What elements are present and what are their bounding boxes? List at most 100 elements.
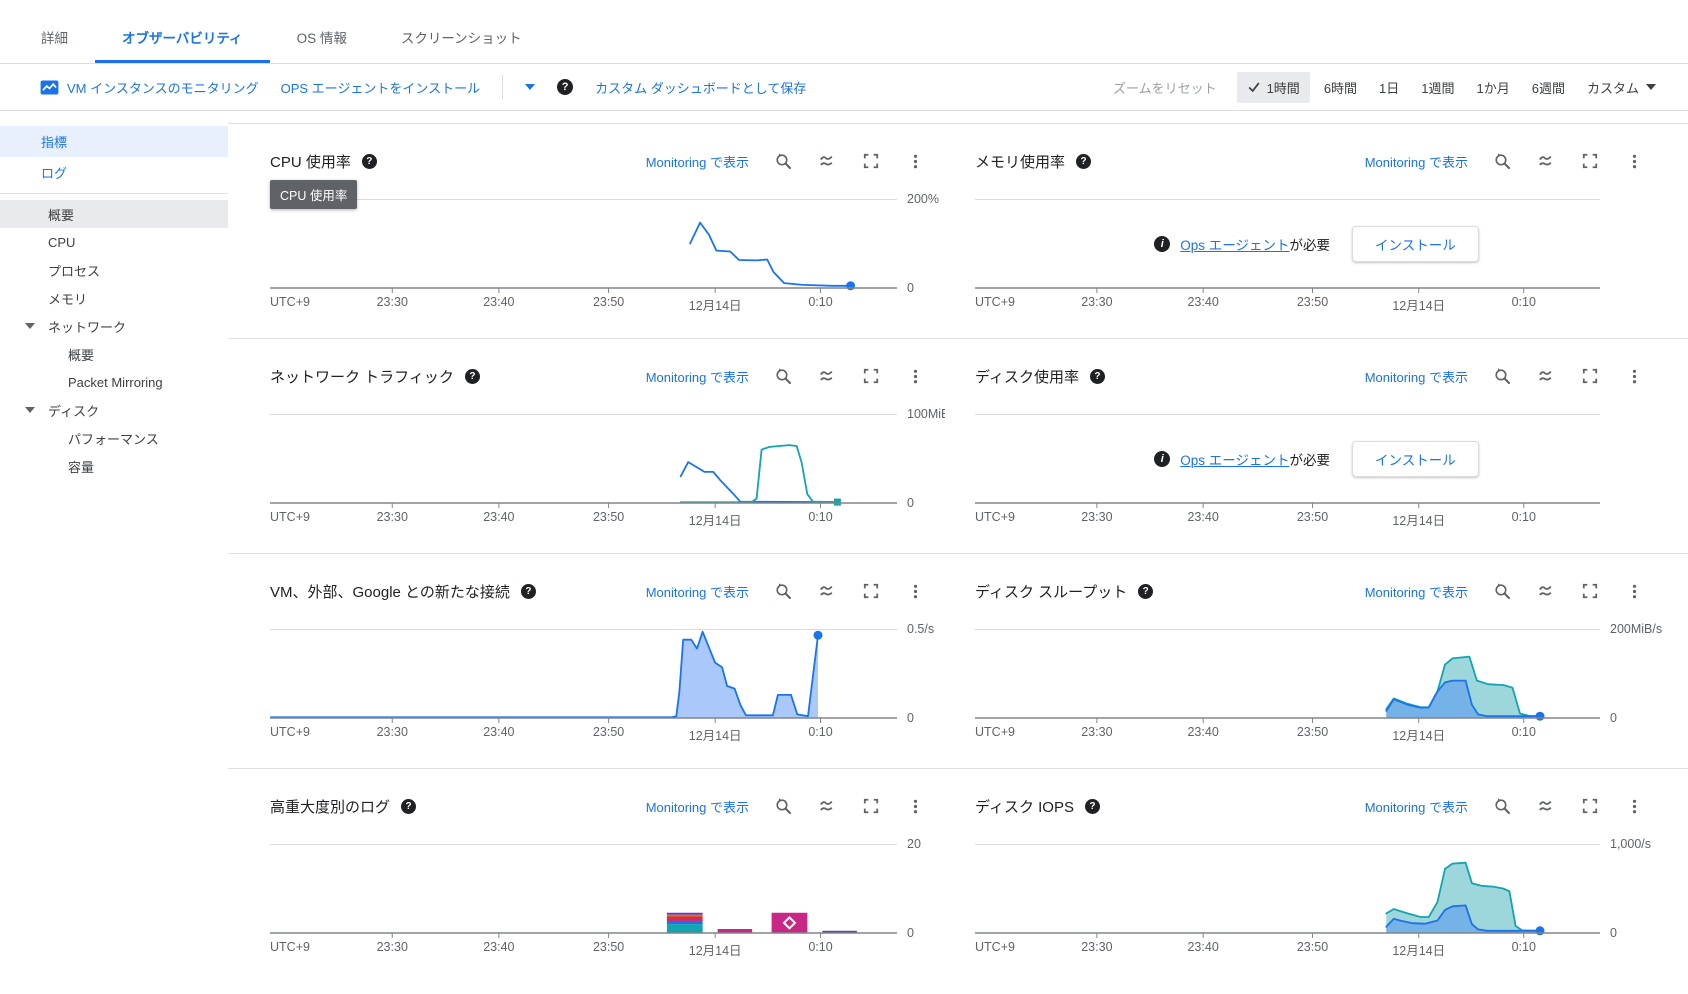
monitoring-link[interactable]: Monitoring で表示 xyxy=(646,152,749,171)
vm-monitoring-link[interactable]: VM インスタンスのモニタリング xyxy=(40,78,259,97)
sidebar-item-performance[interactable]: パフォーマンス xyxy=(0,424,228,452)
zoom-reset-icon[interactable] xyxy=(773,581,793,601)
chart-svg xyxy=(270,414,897,508)
monitoring-link[interactable]: Monitoring で表示 xyxy=(646,582,749,601)
more-options-icon[interactable] xyxy=(905,581,925,601)
x-axis-tick-label: 23:50 xyxy=(592,295,625,309)
install-button[interactable]: インストール xyxy=(1352,226,1479,262)
zoom-reset-icon[interactable] xyxy=(773,151,793,171)
monitoring-link[interactable]: Monitoring で表示 xyxy=(646,367,749,386)
zoom-reset-icon[interactable] xyxy=(1492,366,1512,386)
chart-plot-area[interactable] xyxy=(975,844,1600,940)
help-icon[interactable]: ? xyxy=(1084,798,1100,814)
help-icon[interactable]: ? xyxy=(1076,153,1092,169)
install-ops-agent-link[interactable]: OPS エージェントをインストール xyxy=(281,78,481,97)
toolbar-left: VM インスタンスのモニタリング OPS エージェントをインストール ? カスタ… xyxy=(40,75,806,99)
help-icon[interactable]: ? xyxy=(401,798,417,814)
zoom-reset-icon[interactable] xyxy=(1492,581,1512,601)
sidebar-item-label: ログ xyxy=(41,166,68,181)
expand-arrow-icon[interactable] xyxy=(25,407,35,413)
chart-options-icon[interactable] xyxy=(1536,151,1556,171)
save-dashboard-link[interactable]: カスタム ダッシュボードとして保存 xyxy=(595,78,806,97)
fullscreen-icon[interactable] xyxy=(1580,366,1600,386)
more-options-icon[interactable] xyxy=(1624,366,1644,386)
more-options-icon[interactable] xyxy=(905,151,925,171)
fullscreen-icon[interactable] xyxy=(1580,151,1600,171)
time-range-1mo[interactable]: 1か月 xyxy=(1469,72,1518,103)
chart-options-icon[interactable] xyxy=(1536,796,1556,816)
chart-options-icon[interactable] xyxy=(1536,366,1556,386)
sidebar-item-metrics[interactable]: 指標 xyxy=(0,126,228,157)
ops-agent-link[interactable]: Ops エージェント xyxy=(1180,234,1289,254)
more-options-icon[interactable] xyxy=(905,796,925,816)
fullscreen-icon[interactable] xyxy=(861,581,881,601)
time-range-custom[interactable]: カスタム xyxy=(1579,72,1664,103)
time-range-6w[interactable]: 6週間 xyxy=(1524,72,1573,103)
sidebar-item-label: ネットワーク xyxy=(48,319,127,335)
chart-plot-area[interactable] xyxy=(975,629,1600,725)
x-axis-tick-label: 12月14日 xyxy=(688,514,742,528)
chart-svg xyxy=(975,629,1600,723)
chart-plot-area[interactable] xyxy=(270,844,897,940)
sidebar-item-capacity[interactable]: 容量 xyxy=(0,452,228,480)
chart-plot-area[interactable] xyxy=(270,414,897,510)
monitoring-link[interactable]: Monitoring で表示 xyxy=(1365,582,1468,601)
fullscreen-icon[interactable] xyxy=(1580,581,1600,601)
sidebar-item-logs[interactable]: ログ xyxy=(0,157,228,188)
sidebar-item-processes[interactable]: プロセス xyxy=(0,256,228,284)
fullscreen-icon[interactable] xyxy=(1580,796,1600,816)
zoom-reset-icon[interactable] xyxy=(1492,151,1512,171)
zoom-reset-icon[interactable] xyxy=(773,796,793,816)
monitoring-link[interactable]: Monitoring で表示 xyxy=(1365,152,1468,171)
chart-options-icon[interactable] xyxy=(817,796,837,816)
chart-options-icon[interactable] xyxy=(817,151,837,171)
fullscreen-icon[interactable] xyxy=(861,151,881,171)
tab-os-info[interactable]: OS 情報 xyxy=(270,14,374,63)
more-options-icon[interactable] xyxy=(1624,151,1644,171)
more-options-icon[interactable] xyxy=(905,366,925,386)
fullscreen-icon[interactable] xyxy=(861,366,881,386)
sidebar-item-disk[interactable]: ディスク xyxy=(0,396,228,424)
monitoring-link[interactable]: Monitoring で表示 xyxy=(1365,797,1468,816)
chart-plot-area[interactable] xyxy=(270,199,897,295)
fullscreen-icon[interactable] xyxy=(861,796,881,816)
time-range-1w[interactable]: 1週間 xyxy=(1413,72,1462,103)
zoom-reset-icon[interactable] xyxy=(773,366,793,386)
zoom-reset-button[interactable]: ズームをリセット xyxy=(1113,78,1217,97)
sidebar-item-network-overview[interactable]: 概要 xyxy=(0,340,228,368)
chart-tooltip: CPU 使用率 xyxy=(270,180,358,209)
tab-details[interactable]: 詳細 xyxy=(14,14,95,63)
sidebar-item-packet-mirroring[interactable]: Packet Mirroring xyxy=(0,368,228,396)
time-range-1d[interactable]: 1日 xyxy=(1371,72,1407,103)
sidebar-item-cpu[interactable]: CPU xyxy=(0,228,228,256)
more-options-icon[interactable] xyxy=(1624,581,1644,601)
install-button[interactable]: インストール xyxy=(1352,441,1479,477)
sidebar-item-memory[interactable]: メモリ xyxy=(0,284,228,312)
time-range-1h[interactable]: 1時間 xyxy=(1236,71,1310,103)
ops-dropdown-caret-icon[interactable] xyxy=(525,84,536,90)
ops-agent-link[interactable]: Ops エージェント xyxy=(1180,449,1289,469)
sidebar-item-overview[interactable]: 概要 xyxy=(0,200,228,228)
chart-options-icon[interactable] xyxy=(817,366,837,386)
chart-options-icon[interactable] xyxy=(817,581,837,601)
content: 指標 ログ 概要 CPU プロセス メモリ ネットワーク 概要 Packet Mirroring… xyxy=(0,111,1688,994)
expand-arrow-icon[interactable] xyxy=(25,323,35,329)
more-options-icon[interactable] xyxy=(1624,796,1644,816)
tab-screenshot[interactable]: スクリーンショット xyxy=(374,14,549,63)
help-icon[interactable]: ? xyxy=(1089,368,1105,384)
zoom-reset-icon[interactable] xyxy=(1492,796,1512,816)
x-axis-timezone-label: UTC+9 xyxy=(975,940,1015,954)
tab-observability[interactable]: オブザーバビリティ xyxy=(95,14,270,63)
monitoring-link[interactable]: Monitoring で表示 xyxy=(1365,367,1468,386)
sidebar-item-network[interactable]: ネットワーク xyxy=(0,312,228,340)
help-icon[interactable]: ? xyxy=(464,368,480,384)
help-icon[interactable]: ? xyxy=(1138,583,1154,599)
monitoring-link[interactable]: Monitoring で表示 xyxy=(646,797,749,816)
help-icon[interactable]: ? xyxy=(520,583,536,599)
help-icon[interactable]: ? xyxy=(557,79,574,95)
chart-title: CPU 使用率 xyxy=(270,153,351,171)
time-range-6h[interactable]: 6時間 xyxy=(1316,72,1365,103)
chart-plot-area[interactable] xyxy=(269,629,897,725)
chart-options-icon[interactable] xyxy=(1536,581,1556,601)
help-icon[interactable]: ? xyxy=(361,153,377,169)
